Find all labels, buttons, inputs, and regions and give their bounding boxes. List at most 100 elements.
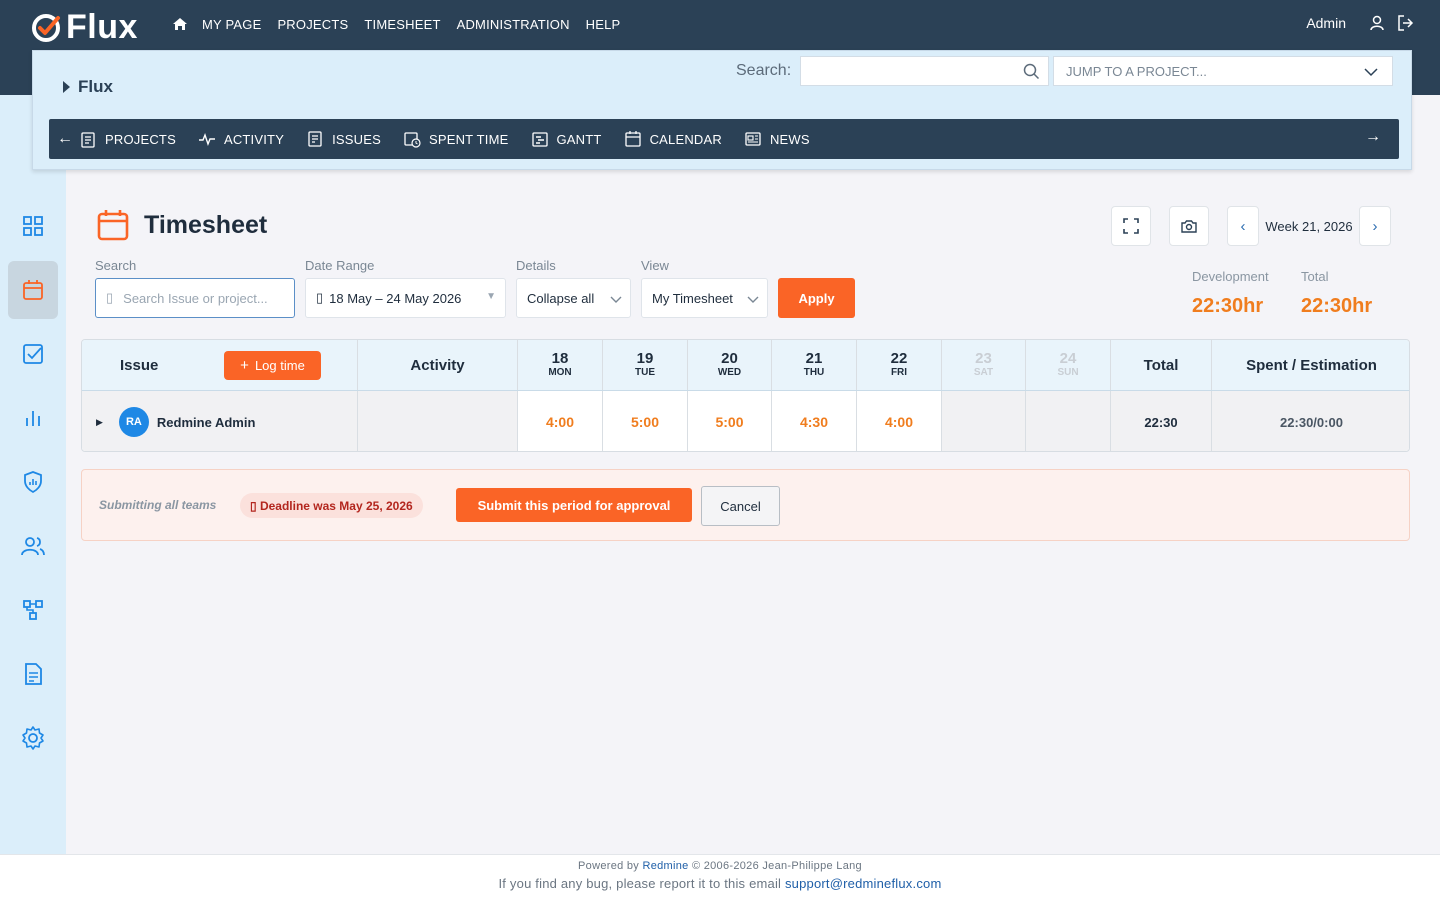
nav-projects[interactable]: PROJECTS: [277, 17, 348, 32]
workflow-icon: [23, 600, 43, 620]
sidebar-item-settings[interactable]: [8, 709, 58, 767]
nav-timesheet[interactable]: TIMESHEET: [364, 17, 440, 32]
table-row: ▶ RA Redmine Admin 4:00 5:00 5:00 4:30 4…: [82, 391, 1409, 451]
gear-icon: [22, 726, 44, 750]
menu-activity[interactable]: ACTIVITY: [198, 130, 284, 148]
hours-cell-wed[interactable]: 5:00: [688, 391, 772, 451]
chart-icon: [26, 411, 40, 426]
sidebar-item-dashboard[interactable]: [8, 197, 58, 255]
calendar-icon: [624, 131, 641, 147]
previous-week-button[interactable]: ‹: [1227, 206, 1259, 246]
hours-value: 4:30: [799, 414, 829, 430]
approval-panel: Submitting all teams ▯ Deadline was May …: [81, 469, 1410, 541]
log-time-label: Log time: [254, 358, 305, 373]
sidebar-item-users[interactable]: [8, 517, 58, 575]
nav-administration[interactable]: ADMINISTRATION: [457, 17, 570, 32]
issue-search-input[interactable]: ▯ Search Issue or project...: [95, 278, 295, 318]
log-time-button[interactable]: + Log time: [224, 351, 321, 380]
fullscreen-button[interactable]: [1111, 206, 1151, 246]
sidebar-item-timesheet[interactable]: [8, 261, 58, 319]
avatar: RA: [118, 407, 149, 437]
expand-row-icon[interactable]: ▶: [96, 417, 103, 428]
project-menu: ← PROJECTS ACTIVITY ISSUES SPENT TIME GA…: [49, 119, 1399, 159]
scroll-left-arrow-icon[interactable]: ←: [57, 130, 79, 148]
cancel-button[interactable]: Cancel: [701, 486, 780, 526]
screenshot-button[interactable]: [1169, 206, 1209, 246]
menu-gantt[interactable]: GANTT: [531, 130, 602, 148]
table-header: Issue + Log time Activity 18 MON 19 TUE …: [82, 340, 1409, 391]
day-name: WED: [717, 366, 742, 378]
menu-calendar[interactable]: CALENDAR: [624, 130, 722, 148]
app-logo[interactable]: Flux: [30, 8, 138, 47]
user-icon[interactable]: [1368, 14, 1386, 32]
row-total-value: 22:30: [1144, 414, 1178, 430]
menu-news[interactable]: NEWS: [744, 130, 810, 148]
sidebar-item-documents[interactable]: [8, 645, 58, 703]
user-name[interactable]: Admin: [1306, 15, 1346, 31]
spent-header-label: Spent / Estimation: [1246, 356, 1377, 374]
view-select[interactable]: My Timesheet: [641, 278, 768, 318]
activity-icon: [198, 132, 215, 147]
project-search-label: Search:: [736, 62, 792, 79]
row-total-cell: 22:30: [1111, 391, 1212, 451]
menu-issues[interactable]: ISSUES: [306, 130, 381, 148]
scroll-right-arrow-icon[interactable]: →: [1365, 128, 1387, 146]
sidebar-item-security[interactable]: [8, 453, 58, 511]
sidebar-item-reports[interactable]: [8, 389, 58, 447]
spent-estimation-value: 22:30/0:00: [1280, 414, 1343, 430]
day-name: SAT: [973, 366, 994, 378]
date-range-picker[interactable]: ▯ 18 May – 24 May 2026 ▼: [305, 278, 506, 318]
sidebar-item-workflow[interactable]: [8, 581, 58, 639]
hours-cell-sat[interactable]: [942, 391, 1026, 451]
footer-copyright: © 2006-2026 Jean-Philippe Lang: [688, 860, 862, 872]
bug-report-text: If you find any bug, please report it to…: [498, 876, 785, 891]
next-week-button[interactable]: ›: [1359, 206, 1391, 246]
hours-value: 4:00: [884, 414, 914, 430]
development-label: Development: [1192, 269, 1269, 284]
fullscreen-icon: [1123, 218, 1139, 234]
search-icon[interactable]: [1023, 63, 1040, 85]
hours-cell-fri[interactable]: 4:00: [857, 391, 942, 451]
page-header: Timesheet: [96, 208, 267, 242]
details-select[interactable]: Collapse all: [516, 278, 631, 318]
activity-column-header: Activity: [358, 340, 518, 390]
logout-icon[interactable]: [1396, 14, 1414, 32]
day-name: MON: [548, 366, 572, 378]
day-number: 20: [721, 349, 738, 367]
day-number: 23: [975, 349, 992, 367]
day-header-sat: 23 SAT: [942, 340, 1026, 390]
nav-help[interactable]: HELP: [586, 17, 621, 32]
user-area: Admin: [1306, 14, 1414, 32]
hours-cell-tue[interactable]: 5:00: [603, 391, 688, 451]
nav-my-page[interactable]: MY PAGE: [202, 17, 261, 32]
activity-cell: [358, 391, 518, 451]
hours-cell-thu[interactable]: 4:30: [772, 391, 857, 451]
sidebar-item-tasks[interactable]: [8, 325, 58, 383]
menu-spent-time[interactable]: SPENT TIME: [403, 130, 509, 148]
apply-button[interactable]: Apply: [778, 278, 855, 318]
menu-projects[interactable]: PROJECTS: [79, 130, 176, 148]
timesheet-table: Issue + Log time Activity 18 MON 19 TUE …: [81, 339, 1410, 452]
menu-gantt-label: GANTT: [556, 131, 602, 147]
day-header-tue: 19 TUE: [603, 340, 688, 390]
hours-cell-mon[interactable]: 4:00: [518, 391, 603, 451]
total-label: Total: [1301, 269, 1329, 284]
day-name: SUN: [1057, 366, 1079, 378]
search-input-icon: ▯: [106, 290, 114, 305]
user-name: Redmine Admin: [156, 414, 256, 430]
home-icon[interactable]: [172, 16, 188, 32]
project-title[interactable]: Flux: [63, 77, 113, 97]
jump-to-project-select[interactable]: JUMP TO A PROJECT...: [1053, 56, 1393, 86]
submit-approval-button[interactable]: Submit this period for approval: [456, 488, 692, 522]
redmine-link[interactable]: Redmine: [642, 860, 688, 872]
hours-cell-sun[interactable]: [1026, 391, 1111, 451]
project-search-input[interactable]: [800, 56, 1049, 86]
day-header-sun: 24 SUN: [1026, 340, 1111, 390]
support-email-link[interactable]: support@redmineflux.com: [785, 876, 942, 891]
footer: Powered by Redmine © 2006-2026 Jean-Phil…: [0, 854, 1440, 900]
issue-header-label: Issue: [120, 356, 159, 374]
hours-value: 5:00: [630, 414, 660, 430]
day-header-fri: 22 FRI: [857, 340, 942, 390]
jump-placeholder: JUMP TO A PROJECT...: [1066, 64, 1207, 79]
camera-icon: [1181, 220, 1197, 233]
